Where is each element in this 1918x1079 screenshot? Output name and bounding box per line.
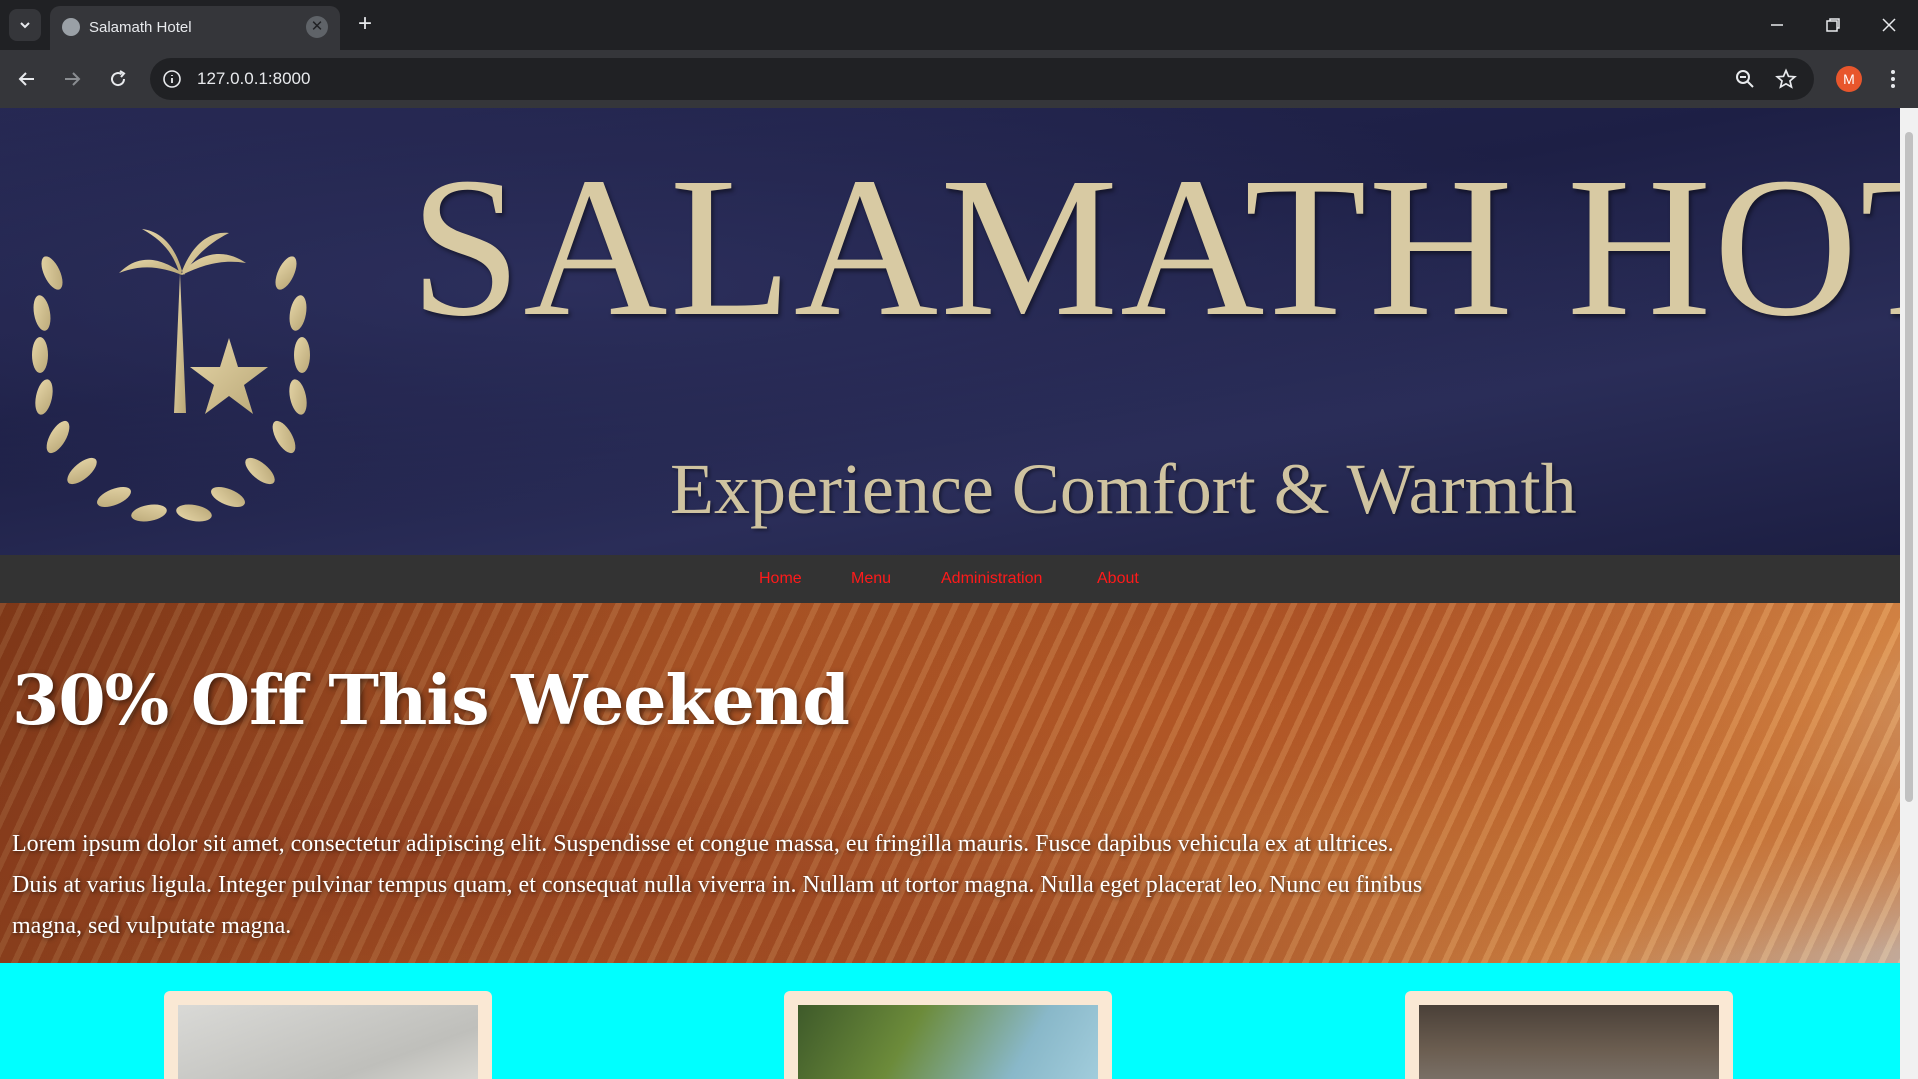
chef-image (1419, 1005, 1719, 1079)
banner-tagline: Experience Comfort & Warmth (670, 449, 1577, 529)
bookmark-star-icon[interactable] (1775, 68, 1797, 90)
chevron-down-icon (20, 22, 30, 29)
salad-bowl-image (178, 1005, 478, 1079)
browser-toolbar: 127.0.0.1:8000 M (0, 50, 1918, 108)
close-window-icon[interactable] (1876, 12, 1902, 38)
nav-link-menu[interactable]: Menu (851, 570, 891, 588)
tab-title: Salamath Hotel (89, 19, 192, 36)
hero-title: 30% Off This Weekend (12, 661, 850, 741)
restore-icon[interactable] (1820, 12, 1846, 38)
globe-icon (62, 18, 80, 36)
nav-link-administration[interactable]: Administration (941, 570, 1042, 588)
browser-tab[interactable]: Salamath Hotel ✕ (50, 6, 340, 50)
site-navigation: Home Menu Administration About (0, 555, 1900, 603)
hotel-banner: SALAMATH HOTEL Experience Comfort & Warm… (0, 108, 1900, 555)
scrollbar-thumb[interactable] (1905, 132, 1913, 802)
minimize-icon[interactable] (1764, 12, 1790, 38)
address-bar[interactable]: 127.0.0.1:8000 (150, 58, 1814, 100)
feature-card (164, 991, 492, 1079)
new-tab-button[interactable]: + (352, 12, 378, 38)
vegetable-plate-image (798, 1005, 1098, 1079)
hero-description: Lorem ipsum dolor sit amet, consectetur … (12, 831, 1423, 939)
site-info-icon[interactable] (162, 69, 182, 89)
url-text[interactable]: 127.0.0.1:8000 (197, 69, 310, 89)
crescent-palm-emblem-icon (32, 178, 310, 522)
more-menu-icon[interactable] (1882, 66, 1904, 92)
banner-title: SALAMATH HOTEL (410, 137, 1900, 358)
reload-icon[interactable] (103, 64, 133, 94)
nav-link-about[interactable]: About (1097, 570, 1139, 588)
zoom-icon[interactable] (1734, 68, 1756, 90)
nav-link-home[interactable]: Home (759, 570, 802, 588)
promo-hero: 30% Off This Weekend Lorem ipsum dolor s… (0, 603, 1900, 963)
vertical-scrollbar[interactable] (1900, 108, 1918, 1079)
feature-card (784, 991, 1112, 1079)
close-tab-button[interactable]: ✕ (306, 16, 328, 38)
browser-tabstrip: Salamath Hotel ✕ + (0, 0, 1918, 50)
profile-avatar[interactable]: M (1836, 66, 1862, 92)
back-arrow-icon[interactable] (12, 64, 42, 94)
forward-arrow-icon[interactable] (57, 64, 87, 94)
feature-card (1405, 991, 1733, 1079)
tab-search-button[interactable] (9, 9, 41, 41)
page-viewport: SALAMATH HOTEL Experience Comfort & Warm… (0, 108, 1900, 1079)
